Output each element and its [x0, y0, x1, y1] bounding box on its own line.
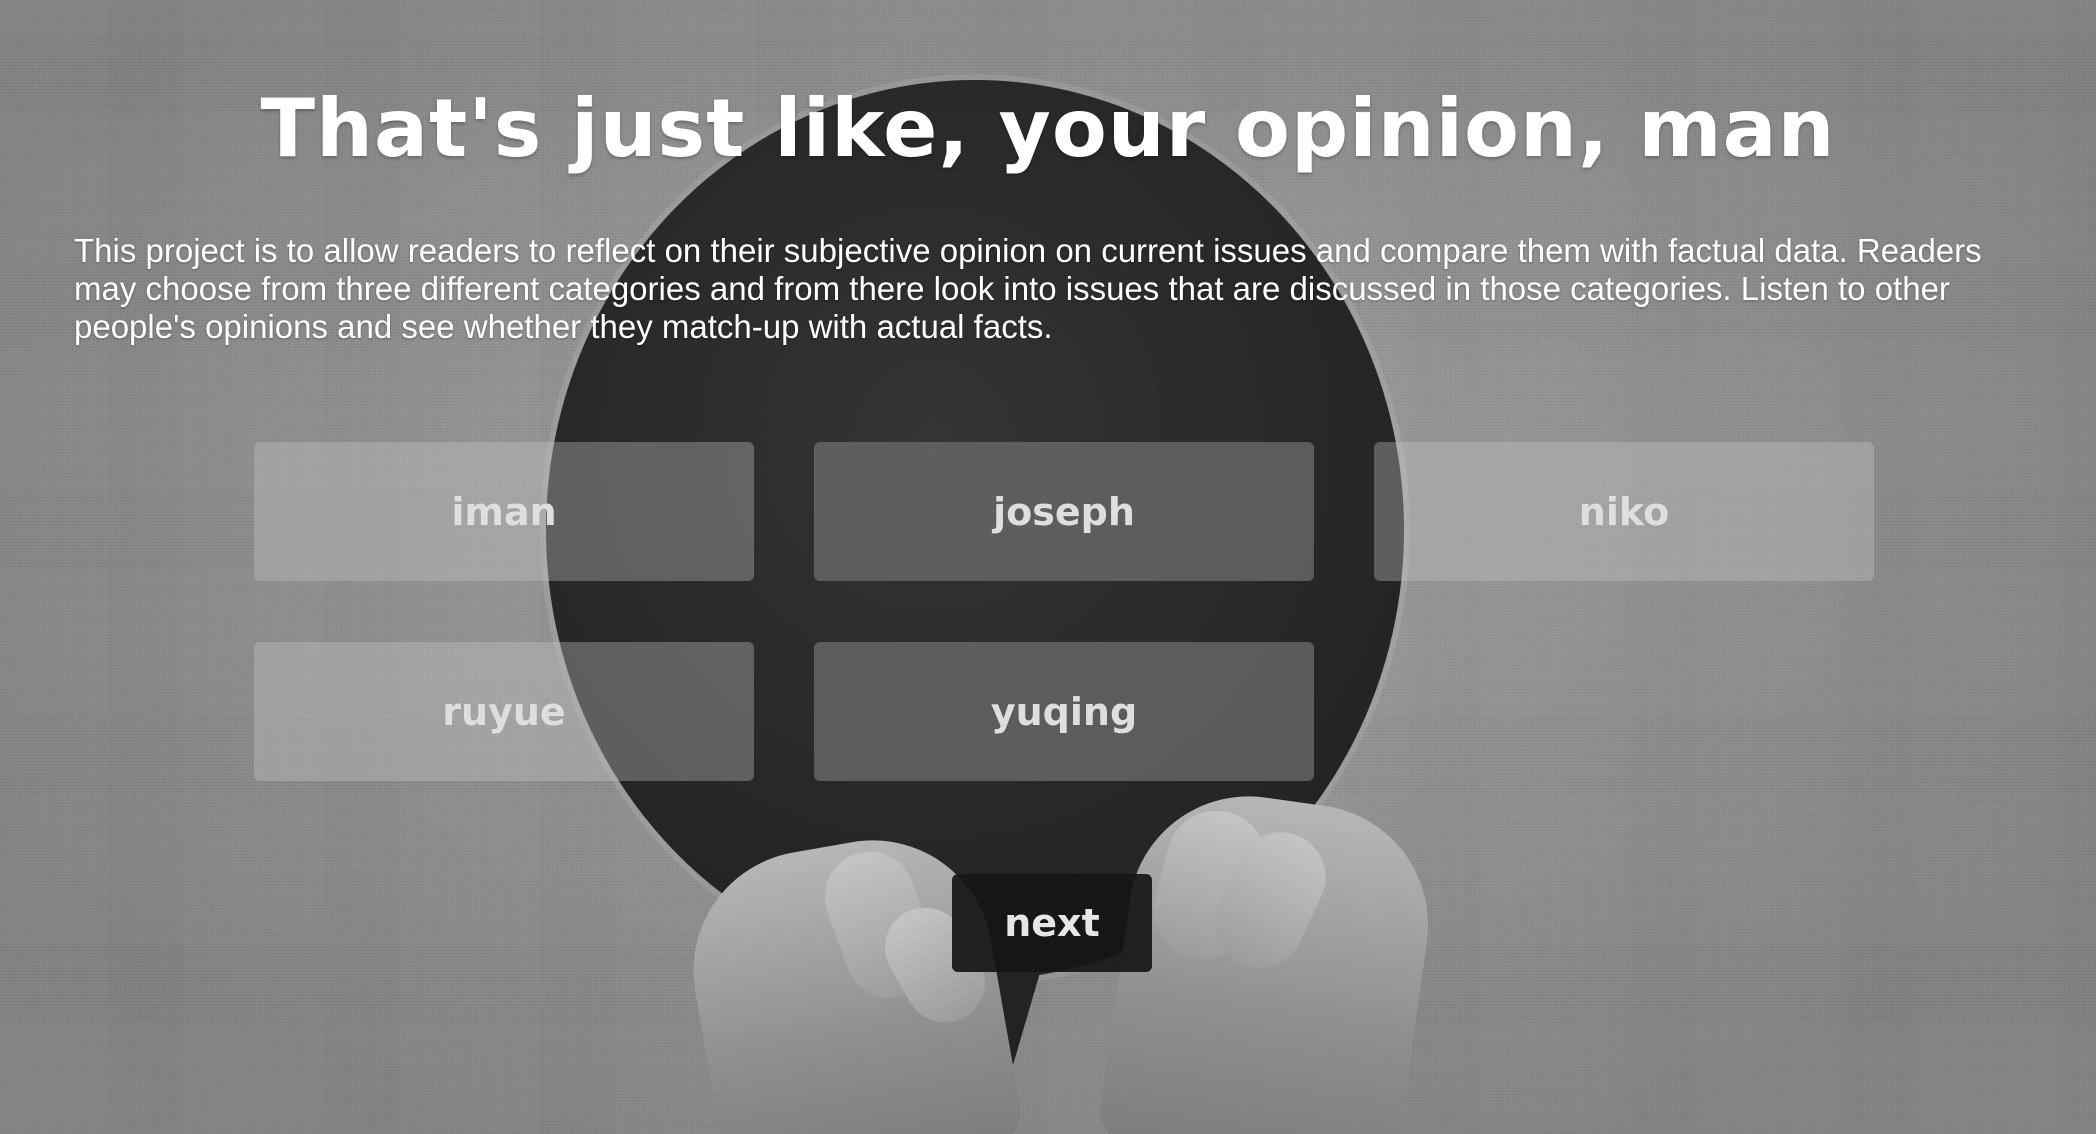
main-content: That's just like, your opinion, man This… [0, 0, 2096, 1134]
person-button-niko[interactable]: niko [1374, 442, 1874, 581]
person-button-yuqing[interactable]: yuqing [814, 642, 1314, 781]
project-description: This project is to allow readers to refl… [74, 232, 1982, 345]
person-button-joseph[interactable]: joseph [814, 442, 1314, 581]
person-button-grid: iman joseph niko ruyue yuqing [254, 442, 1874, 782]
person-button-ruyue[interactable]: ruyue [254, 642, 754, 781]
next-button[interactable]: next [952, 874, 1152, 972]
page-title: That's just like, your opinion, man [260, 82, 1836, 175]
person-button-iman[interactable]: iman [254, 442, 754, 581]
